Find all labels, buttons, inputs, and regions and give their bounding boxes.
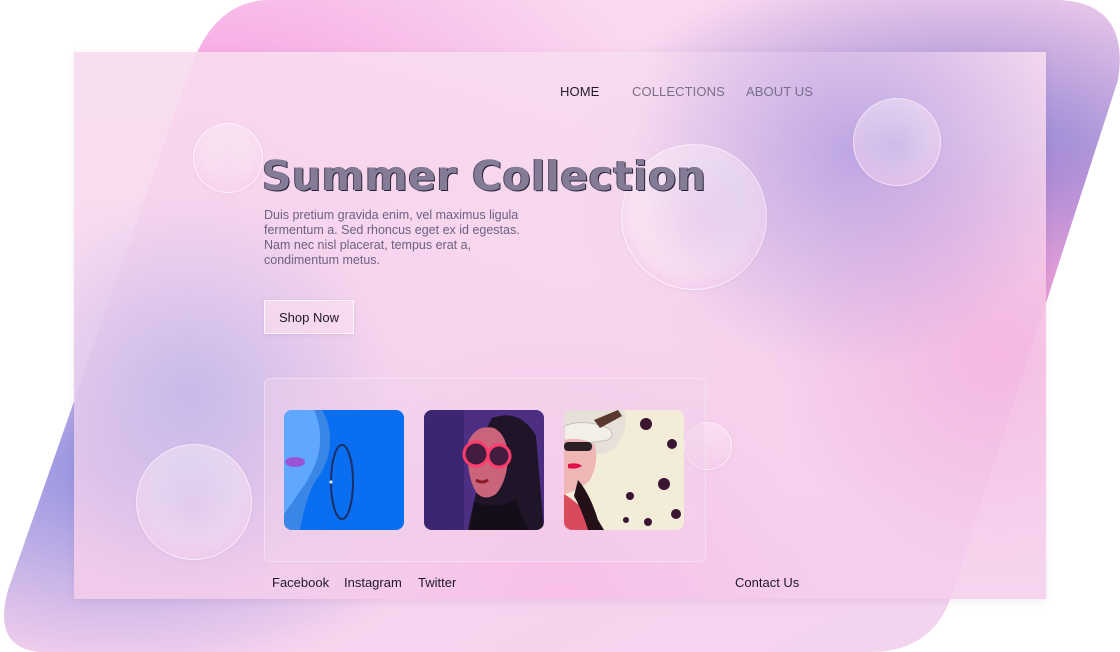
portrait-polka-dot-image: [564, 410, 684, 530]
footer-link-instagram[interactable]: Instagram: [344, 575, 402, 590]
shop-now-button[interactable]: Shop Now: [264, 300, 354, 334]
footer-contact-us[interactable]: Contact Us: [735, 575, 799, 590]
hero-title: Summer Collection: [262, 152, 707, 200]
bubble-top-right: [853, 98, 941, 186]
footer-link-twitter[interactable]: Twitter: [418, 575, 456, 590]
portrait-red-glasses-image: [424, 410, 544, 530]
footer-link-facebook[interactable]: Facebook: [272, 575, 329, 590]
top-navigation: HOME COLLECTIONS ABOUT US: [0, 84, 1120, 100]
nav-about-us[interactable]: ABOUT US: [746, 84, 813, 99]
bubble-top-left: [193, 123, 263, 193]
portrait-blue-image: [284, 410, 404, 530]
gallery-image-1[interactable]: [284, 410, 404, 530]
hero-description: Duis pretium gravida enim, vel maximus l…: [264, 208, 520, 267]
gallery-image-2[interactable]: [424, 410, 544, 530]
nav-home[interactable]: HOME: [560, 84, 599, 99]
nav-collections[interactable]: COLLECTIONS: [632, 84, 725, 99]
bubble-bottom-left: [136, 444, 252, 560]
gallery-image-3[interactable]: [564, 410, 684, 530]
